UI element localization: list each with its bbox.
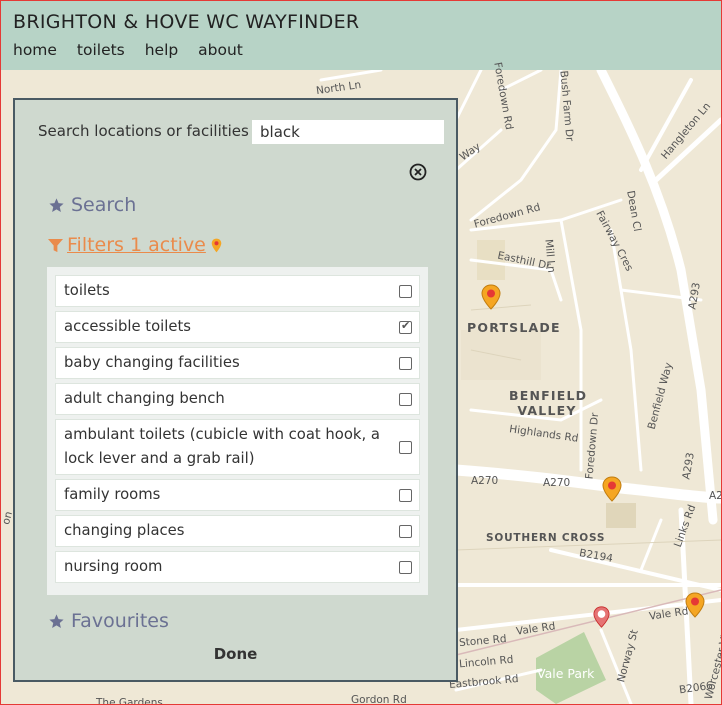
toilet-marker-pin[interactable] [602, 476, 622, 502]
star-icon [49, 613, 64, 628]
filter-checkbox[interactable] [399, 489, 412, 502]
app-title: BRIGHTON & HOVE WC WAYFINDER [13, 11, 360, 33]
place-label-portslade: PORTSLADE [467, 320, 561, 335]
filter-option-nursing-room[interactable]: nursing room [55, 551, 420, 583]
search-section-label: Search [71, 194, 137, 216]
toilet-marker-pin[interactable] [481, 284, 501, 310]
filter-option-ambulant-toilets[interactable]: ambulant toilets (cubicle with coat hook… [55, 419, 420, 475]
map-label-road: Gordon Rd [351, 694, 407, 705]
location-marker-pin[interactable] [593, 606, 610, 628]
done-button[interactable]: Done [15, 645, 456, 663]
filter-checkbox[interactable] [399, 561, 412, 574]
filters-section-toggle[interactable]: Filters 1 active [48, 234, 222, 256]
search-input[interactable] [252, 120, 444, 144]
search-section-toggle[interactable]: Search [48, 194, 136, 216]
filter-label: adult changing bench [64, 390, 225, 407]
filter-label: accessible toilets [64, 318, 191, 335]
filter-checkbox[interactable] [399, 285, 412, 298]
filter-option-adult-changing-bench[interactable]: adult changing bench [55, 383, 420, 415]
search-label: Search locations or facilities [38, 122, 249, 140]
filter-checkbox[interactable] [399, 393, 412, 406]
filter-option-accessible-toilets[interactable]: accessible toilets [55, 311, 420, 343]
filter-checkbox-checked[interactable] [399, 319, 412, 334]
filter-checkbox[interactable] [399, 441, 412, 454]
filter-icon [48, 238, 63, 252]
map-label-road: A2 [709, 490, 722, 502]
filter-label: nursing room [64, 558, 163, 575]
filter-label: toilets [64, 282, 110, 299]
app-frame: BRIGHTON & HOVE WC WAYFINDER home toilet… [0, 0, 722, 705]
nav-home[interactable]: home [13, 41, 57, 59]
header: BRIGHTON & HOVE WC WAYFINDER home toilet… [1, 1, 721, 70]
map-label-road: A270 [471, 475, 499, 487]
filter-label: family rooms [64, 486, 161, 503]
filter-label: ambulant toilets (cubicle with coat hook… [64, 426, 380, 467]
map-pin-icon [211, 238, 222, 252]
toilet-marker-pin[interactable] [685, 592, 705, 618]
nav-toilets[interactable]: toilets [77, 41, 125, 59]
filter-checkbox[interactable] [399, 525, 412, 538]
park-label: Vale Park [537, 666, 595, 681]
close-icon[interactable] [409, 163, 427, 181]
map-label-road: A270 [543, 477, 571, 489]
filters-section-label: Filters 1 active [67, 234, 206, 256]
star-icon [49, 197, 64, 212]
filter-option-changing-places[interactable]: changing places [55, 515, 420, 547]
place-label-benfield-valley: BENFIELD VALLEY [509, 388, 588, 418]
main-nav: home toilets help about [13, 41, 258, 59]
filter-option-family-rooms[interactable]: family rooms [55, 479, 420, 511]
nav-help[interactable]: help [145, 41, 179, 59]
filter-option-baby-changing[interactable]: baby changing facilities [55, 347, 420, 379]
place-label-southern-cross: SOUTHERN CROSS [486, 532, 606, 544]
filter-checkbox[interactable] [399, 357, 412, 370]
favourites-section-toggle[interactable]: Favourites [48, 610, 169, 632]
filter-label: changing places [64, 522, 185, 539]
filter-option-toilets[interactable]: toilets [55, 275, 420, 307]
map-label-road: The Gardens [96, 697, 163, 705]
search-filter-panel: Search locations or facilities Search Fi… [13, 98, 458, 682]
filter-options-list: toilets accessible toilets baby changing… [47, 267, 428, 595]
favourites-section-label: Favourites [71, 610, 169, 632]
nav-about[interactable]: about [198, 41, 243, 59]
filter-label: baby changing facilities [64, 354, 240, 371]
